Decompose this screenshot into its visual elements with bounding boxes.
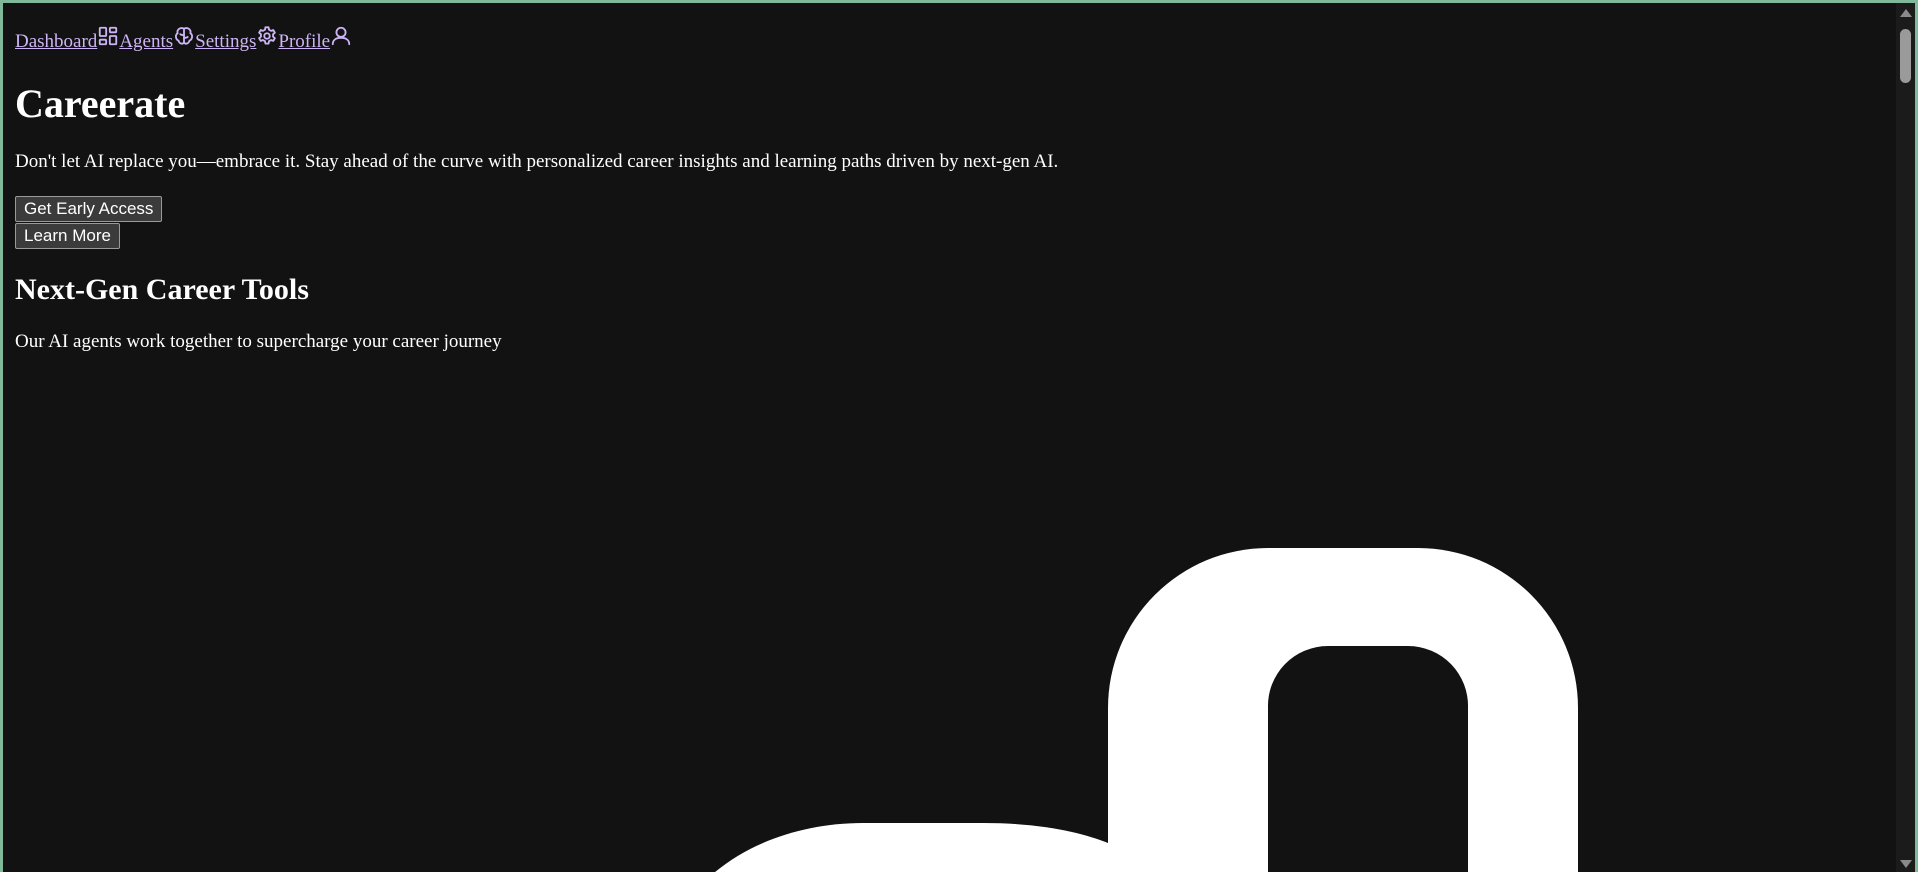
get-early-access-button[interactable]: Get Early Access bbox=[15, 196, 163, 222]
nav-link-agents[interactable]: Agents bbox=[119, 31, 173, 53]
nav-link-profile[interactable]: Profile bbox=[278, 31, 330, 53]
nav-link-settings[interactable]: Settings bbox=[195, 31, 256, 53]
scroll-up-arrow-icon[interactable] bbox=[1900, 9, 1912, 17]
gear-icon[interactable] bbox=[256, 25, 278, 47]
top-nav: Dashboard Agents Settings Profile bbox=[15, 23, 1885, 53]
features-heading: Next-Gen Career Tools bbox=[15, 273, 309, 306]
brain-icon[interactable] bbox=[173, 25, 195, 47]
scrollbar-thumb[interactable] bbox=[1900, 29, 1911, 83]
user-icon[interactable] bbox=[330, 25, 352, 47]
hero-title: Careerate bbox=[15, 81, 186, 126]
users-icon bbox=[715, 548, 1578, 872]
features-subtitle: Our AI agents work together to superchar… bbox=[15, 331, 502, 352]
hero-tagline: Don't let AI replace you—embrace it. Sta… bbox=[15, 151, 1059, 172]
scroll-down-arrow-icon[interactable] bbox=[1900, 860, 1912, 868]
nav-link-dashboard[interactable]: Dashboard bbox=[15, 31, 97, 53]
vertical-scrollbar[interactable] bbox=[1896, 3, 1915, 872]
page-content: Dashboard Agents Settings Profile Career… bbox=[15, 23, 1885, 352]
layout-dashboard-icon[interactable] bbox=[97, 25, 119, 47]
learn-more-button[interactable]: Learn More bbox=[15, 223, 120, 249]
app-window: Dashboard Agents Settings Profile Career… bbox=[3, 3, 1915, 872]
